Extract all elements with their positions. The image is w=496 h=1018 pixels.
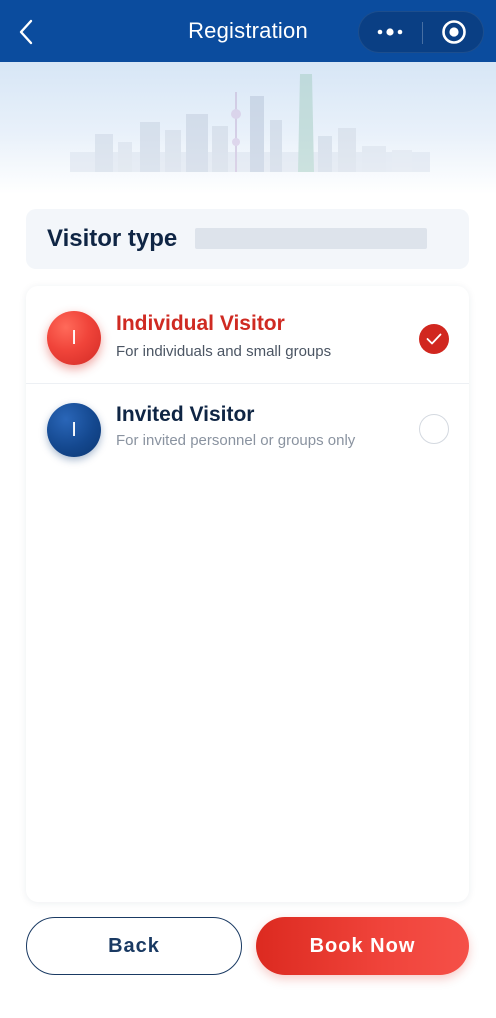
option-individual-visitor[interactable]: I Individual Visitor For individuals and… bbox=[26, 286, 469, 378]
option-subtitle: For invited personnel or groups only bbox=[116, 432, 356, 449]
close-mini-program-button[interactable] bbox=[423, 12, 485, 52]
avatar: I bbox=[47, 403, 101, 457]
option-title: Individual Visitor bbox=[116, 312, 285, 335]
book-now-button[interactable]: Book Now bbox=[256, 917, 469, 975]
back-button-bottom[interactable]: Back bbox=[26, 917, 242, 975]
option-invited-visitor[interactable]: I Invited Visitor For invited personnel … bbox=[26, 383, 469, 475]
registration-page: Registration Visitor type I Individual V… bbox=[0, 0, 496, 1018]
city-skyline-illustration bbox=[70, 74, 430, 172]
more-button[interactable] bbox=[359, 12, 421, 52]
visitor-type-header: Visitor type bbox=[26, 209, 469, 269]
checkmark-icon bbox=[426, 333, 442, 345]
visitor-type-label: Visitor type bbox=[47, 225, 178, 252]
visitor-options-list: I Individual Visitor For individuals and… bbox=[26, 286, 469, 902]
option-title: Invited Visitor bbox=[116, 403, 255, 426]
option-subtitle: For individuals and small groups bbox=[116, 343, 332, 360]
unselected-radio[interactable] bbox=[419, 414, 449, 444]
skyline-banner bbox=[0, 62, 496, 194]
more-dots-icon bbox=[377, 28, 403, 36]
visitor-type-placeholder-bar bbox=[195, 228, 427, 249]
target-close-icon bbox=[442, 20, 466, 44]
top-navigation-bar: Registration bbox=[0, 0, 496, 62]
selected-radio[interactable] bbox=[419, 324, 449, 354]
avatar: I bbox=[47, 311, 101, 365]
mini-program-capsule bbox=[358, 11, 484, 53]
